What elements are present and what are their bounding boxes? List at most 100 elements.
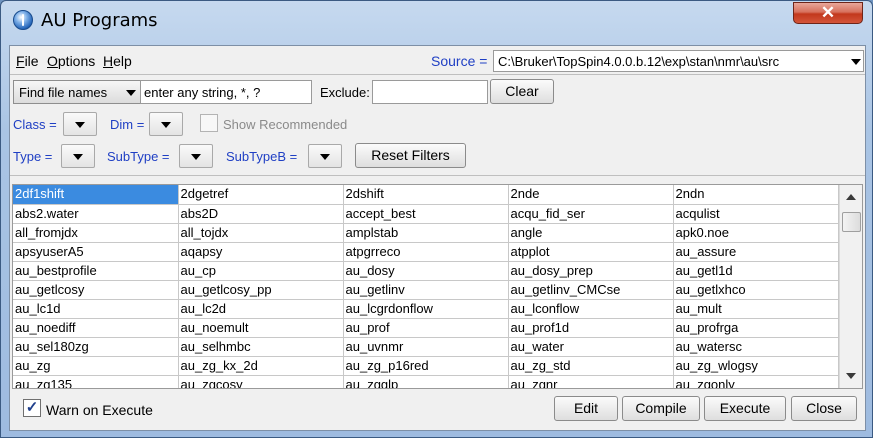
program-cell[interactable]: au_zg — [13, 356, 179, 376]
edit-button[interactable]: Edit — [554, 396, 618, 421]
program-cell[interactable]: 2dgetref — [178, 185, 344, 205]
program-cell[interactable]: au_zg135 — [13, 375, 179, 388]
program-cell[interactable]: au_zg_wlogsy — [673, 356, 839, 376]
program-cell[interactable]: apsyuserA5 — [13, 242, 179, 262]
program-cell[interactable]: au_selhmbc — [178, 337, 344, 357]
program-cell[interactable]: au_getlcosy_pp — [178, 280, 344, 300]
program-cell[interactable]: au_prof1d — [508, 318, 674, 338]
warn-on-execute-label: Warn on Execute — [46, 402, 153, 418]
program-cell[interactable]: au_water — [508, 337, 674, 357]
program-cell[interactable]: au_prof — [343, 318, 509, 338]
program-cell[interactable]: au_dosy — [343, 261, 509, 281]
execute-button[interactable]: Execute — [704, 396, 786, 421]
warn-on-execute-checkbox[interactable]: ✓ — [23, 399, 41, 417]
scroll-down-icon[interactable] — [846, 373, 856, 379]
program-cell[interactable]: au_dosy_prep — [508, 261, 674, 281]
window-close-button[interactable]: ✕ — [793, 2, 863, 24]
program-cell[interactable]: aqapsy — [178, 242, 344, 262]
program-cell[interactable]: au_bestprofile — [13, 261, 179, 281]
program-cell[interactable]: au_zgonly — [673, 375, 839, 388]
program-cell[interactable]: au_zg_p16red — [343, 356, 509, 376]
program-cell[interactable]: au_noemult — [178, 318, 344, 338]
program-cell[interactable]: au_getlxhco — [673, 280, 839, 300]
exclude-input[interactable] — [372, 80, 488, 104]
topspin-app-icon — [13, 10, 33, 30]
program-cell[interactable]: 2ndn — [673, 185, 839, 205]
program-cell[interactable]: au_mult — [673, 299, 839, 319]
program-cell[interactable]: au_zg_kx_2d — [178, 356, 344, 376]
program-cell[interactable]: au_lcgrdonflow — [343, 299, 509, 319]
program-cell[interactable]: acqulist — [673, 204, 839, 224]
menu-options[interactable]: Options — [47, 53, 95, 69]
program-cell[interactable]: au_watersc — [673, 337, 839, 357]
show-recommended-checkbox[interactable] — [200, 114, 218, 132]
program-cell[interactable]: angle — [508, 223, 674, 243]
program-cell[interactable]: au_lc2d — [178, 299, 344, 319]
subtypeb-filter-select[interactable] — [308, 144, 342, 168]
program-cell[interactable]: au_lconflow — [508, 299, 674, 319]
subtype-filter-select[interactable] — [179, 144, 213, 168]
table-row: au_zg135 au_zgcosy au_zgglp au_zgnr au_zgonl… — [13, 375, 839, 388]
search-input[interactable]: enter any string, *, ? — [140, 80, 312, 104]
program-cell[interactable]: au_profrga — [673, 318, 839, 338]
program-cell[interactable]: au_getlinv_CMCse — [508, 280, 674, 300]
program-cell[interactable]: apk0.noe — [673, 223, 839, 243]
menu-help[interactable]: Help — [103, 53, 132, 69]
title-bar[interactable]: AU Programs ✕ — [1, 1, 872, 37]
compile-button[interactable]: Compile — [622, 396, 700, 421]
find-mode-select[interactable]: Find file names — [13, 80, 141, 104]
menu-file[interactable]: File — [16, 53, 39, 69]
dim-filter-select[interactable] — [149, 112, 183, 136]
program-cell[interactable]: 2dshift — [343, 185, 509, 205]
clear-button[interactable]: Clear — [490, 79, 554, 104]
scroll-up-icon[interactable] — [846, 194, 856, 200]
program-cell[interactable]: au_lc1d — [13, 299, 179, 319]
program-cell[interactable]: atpplot — [508, 242, 674, 262]
program-cell[interactable]: all_tojdx — [178, 223, 344, 243]
reset-filters-button[interactable]: Reset Filters — [355, 143, 466, 168]
program-cell[interactable]: atpgrreco — [343, 242, 509, 262]
program-cell[interactable]: 2nde — [508, 185, 674, 205]
program-cell[interactable]: au_zg_std — [508, 356, 674, 376]
table-row: apsyuserA5 aqapsy atpgrreco atpplot au_assur… — [13, 242, 839, 262]
program-cell[interactable]: abs2D — [178, 204, 344, 224]
program-list[interactable]: 2df1shift 2dgetref 2dshift 2nde 2ndn abs2.wat… — [12, 184, 863, 389]
program-cell[interactable]: all_fromjdx — [13, 223, 179, 243]
table-row: au_noediff au_noemult au_prof au_prof1d au_p… — [13, 318, 839, 338]
program-table: 2df1shift 2dgetref 2dshift 2nde 2ndn abs2.wat… — [13, 185, 839, 388]
program-cell[interactable]: au_getlinv — [343, 280, 509, 300]
program-cell[interactable]: au_zgcosy — [178, 375, 344, 388]
source-path-select[interactable]: C:\Bruker\TopSpin4.0.0.b.12\exp\stan\nmr… — [493, 50, 864, 72]
program-cell[interactable]: accept_best — [343, 204, 509, 224]
chevron-down-icon — [191, 154, 201, 160]
program-cell[interactable]: au_zgglp — [343, 375, 509, 388]
program-cell[interactable]: au_sel180zg — [13, 337, 179, 357]
program-cell[interactable]: 2df1shift — [13, 185, 179, 205]
program-cell[interactable]: au_getlcosy — [13, 280, 179, 300]
chevron-down-icon — [126, 90, 136, 96]
source-label: Source = — [431, 53, 488, 69]
program-cell[interactable]: au_zgnr — [508, 375, 674, 388]
subtypeb-filter-label: SubTypeB = — [226, 149, 298, 164]
close-button[interactable]: Close — [791, 396, 857, 421]
vertical-scrollbar[interactable] — [839, 185, 862, 388]
menu-bar: File Options Help Source = C:\Bruker\Top… — [10, 46, 865, 74]
program-cell[interactable]: au_noediff — [13, 318, 179, 338]
class-filter-select[interactable] — [63, 112, 97, 136]
program-cell[interactable]: au_getl1d — [673, 261, 839, 281]
program-cell[interactable]: au_assure — [673, 242, 839, 262]
table-row: all_fromjdx all_tojdx amplstab angle apk0.no… — [13, 223, 839, 243]
table-row: abs2.water abs2D accept_best acqu_fid_ser ac… — [13, 204, 839, 224]
program-cell[interactable]: au_uvnmr — [343, 337, 509, 357]
program-cell[interactable]: acqu_fid_ser — [508, 204, 674, 224]
program-cell[interactable]: amplstab — [343, 223, 509, 243]
program-cell[interactable]: au_cp — [178, 261, 344, 281]
chevron-down-icon — [851, 59, 861, 65]
divider — [10, 175, 865, 176]
menu-file-label: ile — [24, 53, 39, 69]
program-cell[interactable]: abs2.water — [13, 204, 179, 224]
source-path-value: C:\Bruker\TopSpin4.0.0.b.12\exp\stan\nmr… — [498, 54, 780, 69]
table-row: 2df1shift 2dgetref 2dshift 2nde 2ndn — [13, 185, 839, 205]
type-filter-select[interactable] — [61, 144, 95, 168]
scroll-thumb[interactable] — [842, 212, 861, 232]
